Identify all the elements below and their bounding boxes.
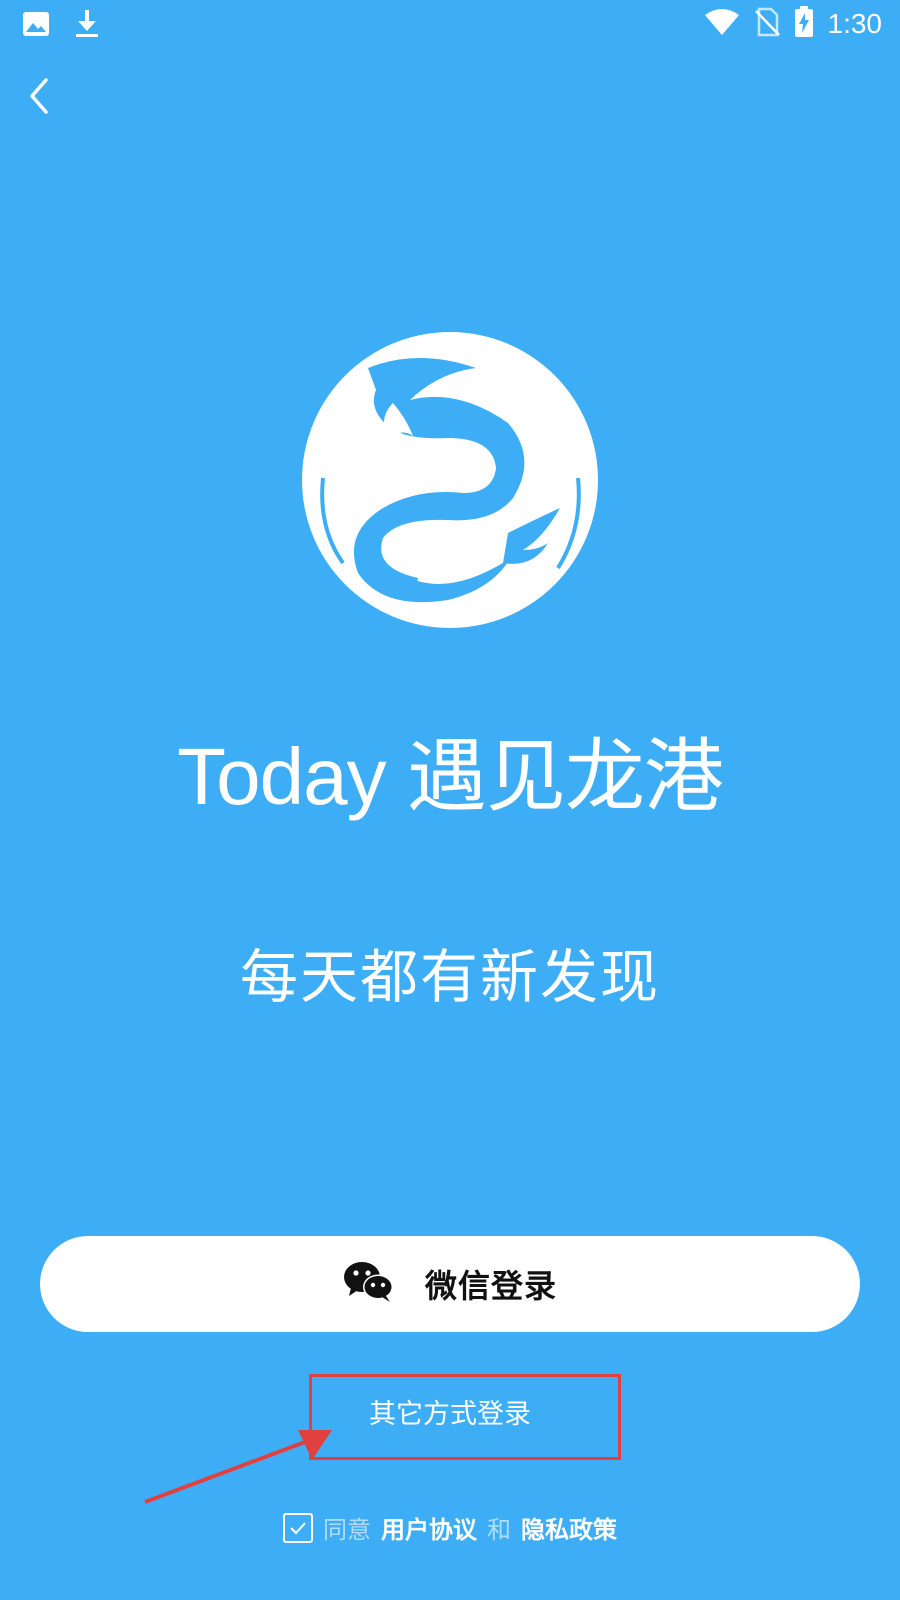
annotation-arrow [144,1430,332,1504]
back-button[interactable] [22,74,62,118]
battery-charging-icon [794,6,814,42]
app-title: Today 遇见龙港 [177,732,724,821]
annotation-highlight-box [309,1374,621,1460]
wechat-login-button[interactable]: 微信登录 [40,1236,860,1332]
image-icon [22,11,50,41]
status-bar: 1:30 [0,0,900,50]
agreement-checkbox[interactable] [283,1512,313,1543]
wechat-icon [343,1260,395,1308]
login-screen: 1:30 Today 遇见龙港 每天都有新发现 微信登录 其它方式登录 同意 用… [0,0,900,1600]
no-sim-icon [754,7,780,41]
clock: 1:30 [827,8,883,39]
check-icon [290,1521,306,1534]
chevron-left-icon [30,78,48,114]
user-agreement-link[interactable]: 用户协议 [381,1510,477,1545]
privacy-policy-link[interactable]: 隐私政策 [521,1510,617,1545]
agreement-conjunction: 和 [487,1516,511,1544]
app-tagline: 每天都有新发现 [239,943,660,1011]
wechat-login-label: 微信登录 [424,1267,557,1305]
download-icon [74,9,100,43]
wifi-icon [704,8,740,40]
dragon-logo [298,328,602,632]
agreement-prefix: 同意 [323,1516,371,1544]
agreement-row: 同意 用户协议 和 隐私政策 [0,1510,900,1545]
